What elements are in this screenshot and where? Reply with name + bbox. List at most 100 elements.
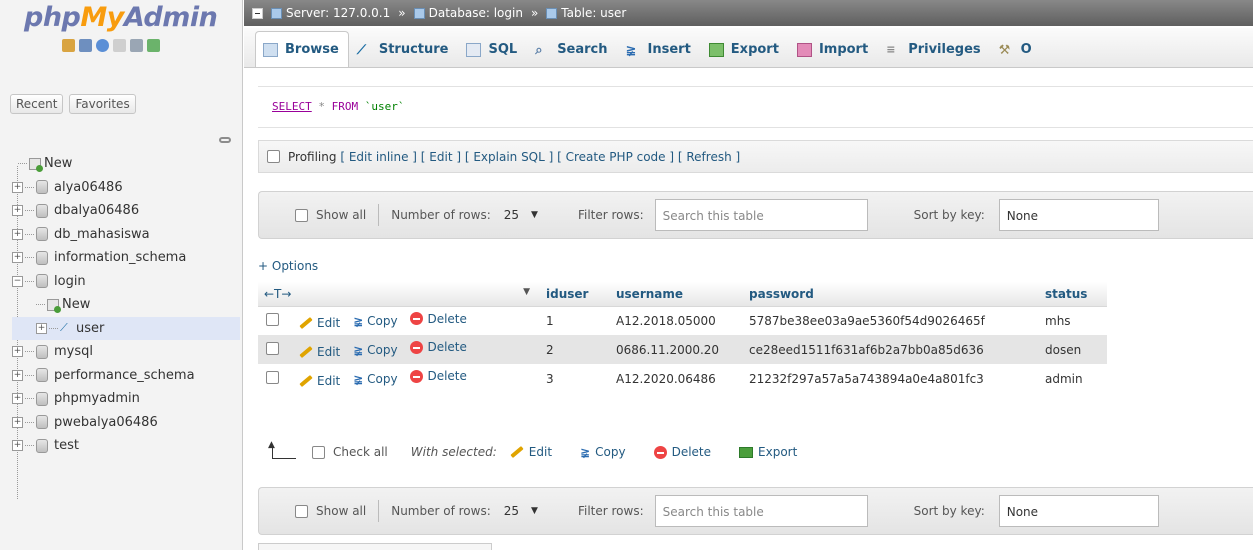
cell-password[interactable]: 5787be38ee03a9ae5360f54d9026465f [743,306,1039,335]
tab-browse[interactable]: Browse [255,31,349,67]
query-action-links[interactable]: [ Edit inline ] [ Edit ] [ Explain SQL ]… [340,150,740,164]
bulk-copy-button[interactable]: ≩ Copy [580,445,626,459]
cell-status[interactable]: admin [1039,364,1107,393]
reload-icon[interactable] [147,39,160,52]
expand-icon[interactable]: + [12,252,23,264]
table-row: Edit ≩ Copy Delete 2 0686.11.2000.20 ce28… [258,335,1107,364]
column-header-username[interactable]: username [610,282,743,307]
row-checkbox[interactable] [266,312,279,326]
breadcrumb-server[interactable]: Server: 127.0.0.1 [271,6,390,20]
tree-item-database[interactable]: + information_schema [12,246,240,270]
cell-username[interactable]: A12.2020.06486 [610,364,743,393]
sort-by-key-select[interactable]: None [998,199,1159,231]
settings-icon[interactable] [130,39,143,52]
tab-recent[interactable]: Recent [10,94,64,114]
collapse-icon[interactable]: − [12,275,23,287]
delete-row-button[interactable]: Delete [410,340,467,354]
home-icon[interactable] [62,39,75,52]
tree-item-database[interactable]: + performance_schema [12,364,240,388]
cell-username[interactable]: 0686.11.2000.20 [610,335,743,364]
copy-row-button[interactable]: ≩ Copy [353,343,398,357]
show-all-checkbox[interactable] [295,504,308,518]
cell-status[interactable]: mhs [1039,306,1107,335]
tab-operations[interactable]: ⚒ O [991,31,1042,67]
cell-username[interactable]: A12.2018.05000 [610,306,743,335]
tab-label: SQL [488,42,518,57]
edit-row-button[interactable]: Edit [299,374,340,388]
docs-icon[interactable] [113,39,126,52]
expand-icon[interactable]: + [12,393,23,405]
cell-password[interactable]: 21232f297a57a5a743894a0e4a801fc3 [743,364,1039,393]
tab-sql[interactable]: SQL [458,31,527,67]
cell-iduser[interactable]: 3 [540,364,610,393]
tab-label: Browse [285,42,339,57]
edit-row-button[interactable]: Edit [299,345,340,359]
expand-icon[interactable]: + [36,322,47,334]
tab-insert[interactable]: ≩ Insert [618,31,701,67]
edit-row-button[interactable]: Edit [299,316,340,330]
cell-iduser[interactable]: 1 [540,306,610,335]
tree-item-login-new[interactable]: New [12,293,240,317]
tab-privileges[interactable]: ≡ Privileges [878,31,990,67]
expand-icon[interactable]: + [12,416,23,428]
number-of-rows-select[interactable]: 25 ▼ [504,504,538,518]
tree-item-database[interactable]: + mysql [12,340,240,364]
bulk-export-button[interactable]: Export [739,445,797,459]
tree-item-database[interactable]: + pwebalya06486 [12,411,240,435]
number-of-rows-select[interactable]: 25 ▼ [504,208,538,222]
row-checkbox[interactable] [266,370,279,384]
delete-row-button[interactable]: Delete [410,312,467,326]
expand-icon[interactable]: + [12,440,23,452]
phpmyadmin-logo[interactable]: phpMyAdmin [24,2,218,33]
cell-status[interactable]: dosen [1039,335,1107,364]
delete-icon [410,312,424,325]
options-toggle[interactable]: + Options [258,259,318,273]
copy-row-button[interactable]: ≩ Copy [353,372,398,386]
column-header-password[interactable]: password [743,282,1039,307]
show-all-checkbox[interactable] [295,208,308,222]
logout-icon[interactable] [79,39,92,52]
expand-icon[interactable]: + [12,369,23,381]
row-checkbox[interactable] [266,341,279,355]
sql-query-box[interactable]: SELECT * FROM `user` [258,86,1253,128]
expand-icon[interactable]: + [12,181,23,193]
profiling-checkbox[interactable] [267,150,280,163]
tree-item-database[interactable]: + test [12,434,240,458]
tree-item-database[interactable]: + alya06486 [12,176,240,200]
sort-by-key-select[interactable]: None [998,495,1159,527]
tab-export[interactable]: Export [701,31,789,67]
tab-structure[interactable]: ⟋ Structure [349,31,459,67]
tree-item-database[interactable]: + dbalya06486 [12,199,240,223]
breadcrumb-table[interactable]: Table: user [546,6,626,20]
bulk-delete-button[interactable]: Delete [653,445,711,459]
filter-search-input[interactable]: Search this table [654,495,868,527]
tree-item-database-login[interactable]: − login [12,270,240,294]
delete-row-button[interactable]: Delete [410,369,467,383]
tree-item-table-user[interactable]: + ⟋ user [12,316,240,340]
copy-row-button[interactable]: ≩ Copy [353,314,398,328]
check-all-checkbox[interactable] [312,445,325,459]
tab-favorites[interactable]: Favorites [69,94,136,114]
expand-icon[interactable]: + [12,228,23,240]
tab-import[interactable]: Import [789,31,878,67]
column-header-iduser[interactable]: iduser [540,282,610,307]
column-header-status[interactable]: status [1039,282,1107,307]
expand-icon[interactable]: + [12,205,23,217]
expand-icon[interactable]: + [12,346,23,358]
breadcrumb-database[interactable]: Database: login [413,6,523,20]
tab-label: Structure [378,42,449,57]
collapse-nav-button[interactable] [252,7,263,19]
check-all-label[interactable]: Check all [333,445,388,459]
tree-item-new[interactable]: New [12,152,240,176]
cell-password[interactable]: ce28eed1511f631af6b2a7bb0a85d636 [743,335,1039,364]
bulk-edit-button[interactable]: Edit [510,445,552,459]
tree-item-database[interactable]: + db_mahasiswa [12,223,240,247]
filter-search-input[interactable]: Search this table [654,199,868,231]
column-arrows[interactable]: ←T→ ▼ [258,282,540,307]
profiling-label: Profiling [288,149,337,164]
tab-search[interactable]: ⌕ Search [527,31,617,67]
link-with-main-panel-icon[interactable] [219,137,231,143]
help-icon[interactable] [96,39,109,52]
cell-iduser[interactable]: 2 [540,335,610,364]
tree-item-database[interactable]: + phpmyadmin [12,387,240,411]
